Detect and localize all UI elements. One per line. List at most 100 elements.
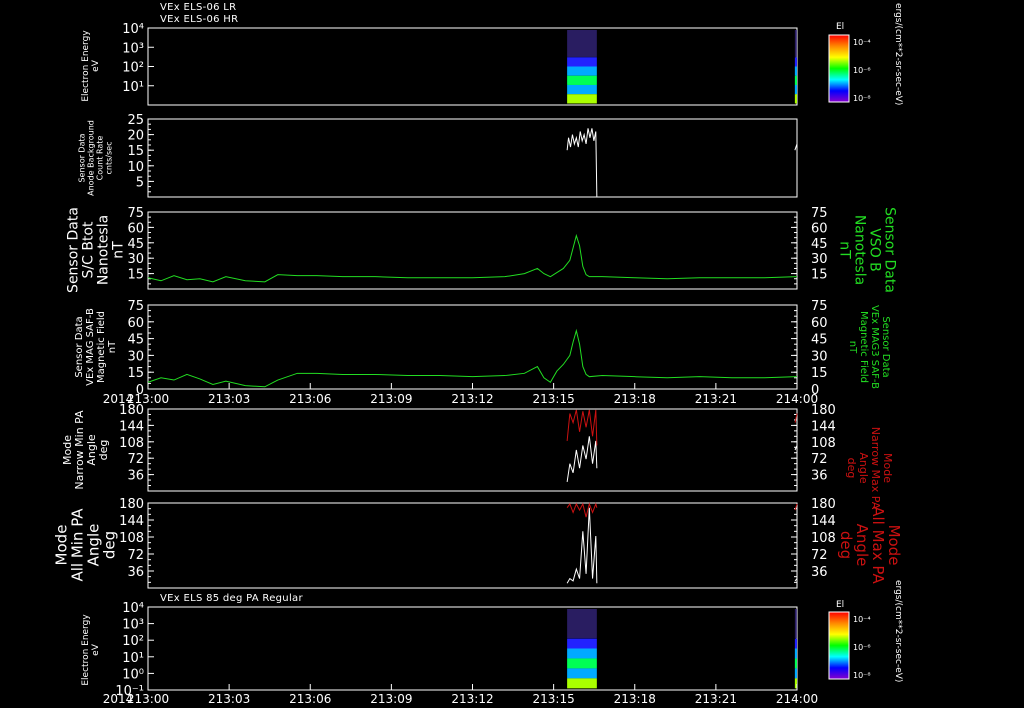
heat-6-0-band-3	[567, 668, 597, 679]
ytick-label-0-2: 10²	[122, 61, 144, 76]
label-bmag-right-line-1: VSO B	[867, 228, 883, 272]
label-all-left: ModeAll Min PAAngledeg	[52, 508, 118, 582]
ytick-label-r-5-1: 72	[811, 548, 828, 563]
heat-6-0-upper	[567, 609, 597, 639]
series-pa-5-1-a	[566, 502, 598, 518]
xaxis-bottom-label-3: 213:09	[370, 692, 412, 706]
label-mag-right-line-1: VEx MAG3 SAF-B	[869, 305, 880, 389]
ytick-label-r-4-0: 36	[811, 469, 828, 484]
label-mag-left-line-2: Magnetic Field	[96, 311, 107, 383]
colorbar-bottom-tick-1: 10⁻⁶	[853, 643, 871, 652]
label-mag-right-line-3: nT	[847, 341, 858, 354]
label-energy-top: Electron Energy eV	[81, 30, 101, 102]
ytick-label-2-3: 60	[127, 221, 144, 236]
heat-0-0-band-3	[567, 84, 597, 95]
ytick-label-r-4-2: 108	[811, 436, 836, 451]
xaxis-mid-label-2: 213:06	[289, 392, 331, 406]
label-energy-bottom: Electron Energy eV	[81, 614, 101, 686]
ytick-label-r-3-1: 15	[811, 366, 828, 381]
label-all-right-line-3: deg	[837, 531, 855, 559]
label-energy-top-line-1: eV	[91, 59, 101, 72]
heat-6-1-band-0	[794, 638, 797, 649]
ytick-label-6-4: 10⁰	[122, 667, 144, 682]
colorbar-top-tick-0: 10⁻⁴	[853, 38, 871, 47]
ytick-label-r-2-1: 30	[811, 252, 828, 267]
heat-6-0-band-1	[567, 648, 597, 659]
ytick-label-1-2: 15	[127, 144, 144, 159]
heat-0-1-band-3	[794, 84, 797, 95]
heat-0-1-band-2	[794, 75, 797, 85]
ytick-label-r-5-3: 144	[811, 514, 836, 529]
label-bmag-left-line-1: S/C Btot	[80, 221, 96, 278]
xaxis-bottom-label-1: 213:03	[208, 692, 250, 706]
colorbar-title-bottom: El	[836, 600, 845, 610]
ytick-label-1-0: 5	[136, 175, 144, 190]
xaxis-mid-year: 2014	[103, 392, 134, 406]
label-mag-right-line-0: Sensor Data	[880, 316, 891, 377]
ytick-label-1-3: 20	[127, 129, 144, 144]
ytick-label-2-4: 75	[127, 206, 144, 221]
ytick-label-3-2: 30	[127, 349, 144, 364]
series-mag-3	[147, 328, 798, 388]
ytick-label-1-4: 25	[127, 113, 144, 128]
heat-6-0-band-2	[567, 658, 597, 669]
ytick-label-4-2: 108	[119, 436, 144, 451]
colorbar-bottom-tick-0: 10⁻⁴	[853, 615, 871, 624]
label-all-left-line-3: deg	[100, 531, 118, 559]
label-bmag-left: Sensor Data S/C Btot Nanotesla nT	[65, 207, 126, 293]
label-count-rate-line-1: Anode Background	[86, 120, 95, 196]
ytick-label-r-3-3: 45	[811, 333, 828, 348]
xaxis-mid-label-8: 214:00	[776, 392, 818, 406]
ytick-label-r-3-5: 75	[811, 299, 828, 314]
panel-frame-1	[147, 118, 798, 198]
panel-frame-5	[147, 502, 798, 589]
ytick-label-6-1: 10³	[122, 618, 144, 633]
ytick-label-r-5-0: 36	[811, 565, 828, 580]
heat-0-0-band-2	[567, 75, 597, 85]
heat-0-1-band-4	[794, 94, 797, 104]
label-bmag-left-line-0: Sensor Data	[65, 207, 81, 293]
label-mag-left-line-1: VEx MAG SAF-B	[85, 308, 96, 386]
ytick-label-r-5-2: 108	[811, 531, 836, 546]
label-mag-right-line-2: Magnetic Field	[858, 311, 869, 383]
colorbar-unit-top: ergs/(cm**2-sr-sec-eV)	[893, 3, 903, 106]
ytick-label-5-2: 108	[119, 531, 144, 546]
ytick-label-r-2-0: 15	[811, 268, 828, 283]
heat-6-0-band-4	[567, 678, 597, 689]
ytick-label-3-4: 60	[127, 316, 144, 331]
colorbar-bottom-tick-2: 10⁻⁸	[853, 671, 871, 680]
label-count-rate-line-0: Sensor Data	[77, 133, 86, 182]
ytick-label-r-2-2: 45	[811, 237, 828, 252]
ytick-label-5-0: 36	[127, 565, 144, 580]
ytick-label-3-3: 45	[127, 333, 144, 348]
xaxis-mid-label-6: 213:18	[614, 392, 656, 406]
heat-0-0-band-4	[567, 94, 597, 104]
colorbar-bottom	[828, 611, 850, 680]
ytick-label-5-3: 144	[119, 514, 144, 529]
ytick-label-2-2: 45	[127, 237, 144, 252]
xaxis-bottom-label-6: 213:18	[614, 692, 656, 706]
label-energy-top-line-0: Electron Energy	[81, 30, 91, 102]
xaxis-bottom-label-2: 213:06	[289, 692, 331, 706]
ytick-label-4-1: 72	[127, 452, 144, 467]
heat-6-1-band-3	[794, 668, 797, 679]
heat-0-1-upper	[794, 30, 797, 57]
ytick-label-0-0: 10⁴	[122, 22, 144, 37]
series-pa-4-0-a	[566, 436, 598, 482]
ytick-label-4-3: 144	[119, 419, 144, 434]
colorbar-title-top: El	[836, 22, 845, 32]
panel-frame-0	[147, 27, 798, 106]
ytick-label-6-3: 10¹	[122, 651, 144, 666]
colorbar-top-tick-1: 10⁻⁶	[853, 66, 871, 75]
label-energy-bottom-line-1: eV	[91, 643, 101, 656]
ytick-label-2-0: 15	[127, 268, 144, 283]
ytick-label-0-3: 10¹	[122, 80, 144, 95]
label-bmag-right-line-3: nT	[837, 241, 853, 259]
ytick-label-r-4-3: 144	[811, 419, 836, 434]
ytick-label-r-5-4: 180	[811, 497, 836, 512]
label-bmag-left-line-3: nT	[110, 241, 126, 259]
ytick-label-2-1: 30	[127, 252, 144, 267]
heat-6-1-band-2	[794, 658, 797, 669]
label-count-rate-line-3: cnts/sec	[104, 142, 113, 175]
label-mag-left-line-0: Sensor Data	[74, 316, 85, 377]
